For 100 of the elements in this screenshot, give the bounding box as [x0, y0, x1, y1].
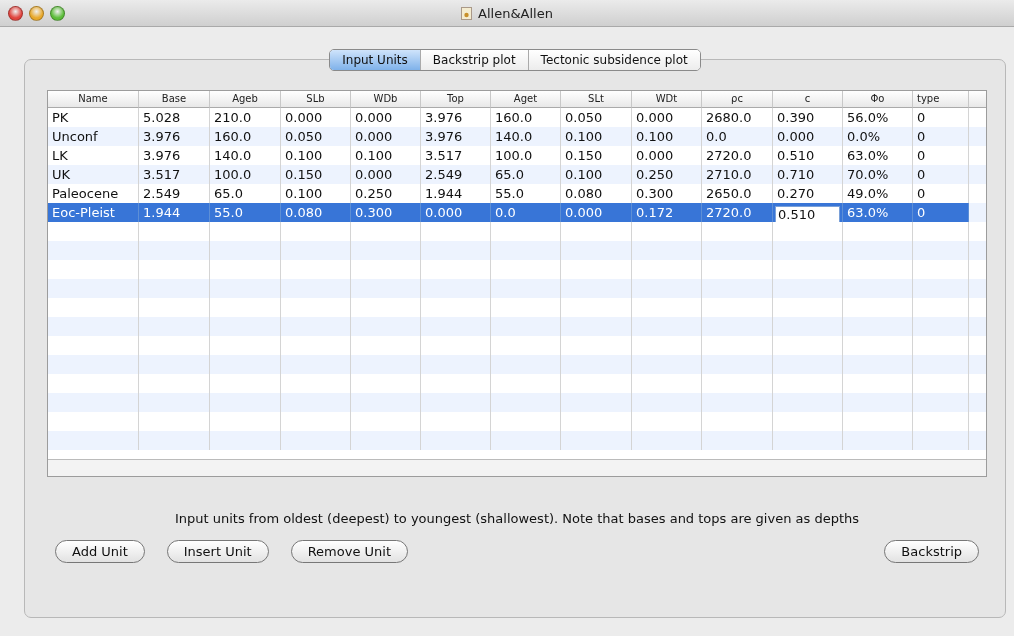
table-cell: 0 — [913, 127, 969, 146]
close-button[interactable] — [8, 5, 23, 21]
table-cell: 0.100 — [561, 165, 632, 184]
table-cell: 0.000 — [351, 165, 421, 184]
column-header — [969, 91, 986, 108]
table-cell — [632, 393, 702, 412]
table-cell — [351, 279, 421, 298]
table-cell: 0 — [913, 203, 969, 222]
column-header[interactable]: c — [773, 91, 843, 108]
table-cell — [561, 431, 632, 450]
table-cell — [632, 355, 702, 374]
column-header[interactable]: Ageb — [210, 91, 281, 108]
tab[interactable]: Backstrip plot — [420, 50, 529, 70]
table-cell: UK — [48, 165, 139, 184]
table-cell — [421, 279, 491, 298]
table-cell — [491, 279, 561, 298]
table-cell — [702, 393, 773, 412]
column-header[interactable]: WDt — [632, 91, 702, 108]
table-cell: 3.976 — [421, 127, 491, 146]
cell-editor[interactable]: 0.510 — [775, 206, 840, 223]
table-cell: 0 — [913, 165, 969, 184]
document-icon — [461, 6, 473, 20]
table-cell — [702, 431, 773, 450]
table-cell — [139, 279, 210, 298]
table-cell: 0.050 — [281, 127, 351, 146]
table-cell — [702, 279, 773, 298]
tab[interactable]: Input Units — [330, 50, 421, 70]
table-cell — [843, 317, 913, 336]
horizontal-scrollbar[interactable] — [48, 459, 986, 476]
table-cell — [351, 241, 421, 260]
column-header[interactable]: SLt — [561, 91, 632, 108]
table-cell: Eoc-Pleist — [48, 203, 139, 222]
column-header[interactable]: WDb — [351, 91, 421, 108]
table-cell: 0.0% — [843, 127, 913, 146]
table-cell: 3.976 — [139, 127, 210, 146]
table-cell — [913, 279, 969, 298]
table-cell — [351, 393, 421, 412]
table-cell: 65.0 — [491, 165, 561, 184]
table-cell — [913, 317, 969, 336]
table-cell: 2720.0 — [702, 203, 773, 222]
table-cell — [281, 241, 351, 260]
table-cell: 63.0% — [843, 203, 913, 222]
table-cell — [139, 241, 210, 260]
column-header[interactable]: Top — [421, 91, 491, 108]
table-cell — [281, 355, 351, 374]
window-title: Allen&Allen — [478, 5, 553, 21]
table-cell — [969, 127, 986, 146]
table-cell — [281, 279, 351, 298]
table-cell — [491, 355, 561, 374]
table-cell — [421, 393, 491, 412]
table-cell — [843, 393, 913, 412]
column-header[interactable]: ρc — [702, 91, 773, 108]
column-header[interactable]: type — [913, 91, 969, 108]
zoom-button[interactable] — [50, 5, 65, 21]
table-cell — [969, 165, 986, 184]
table-cell — [561, 279, 632, 298]
table-cell: 100.0 — [210, 165, 281, 184]
minimize-button[interactable] — [29, 5, 44, 21]
table-cell: 55.0 — [210, 203, 281, 222]
table-cell: 0.000 — [351, 127, 421, 146]
table-cell — [210, 431, 281, 450]
table-cell — [351, 431, 421, 450]
table-cell — [773, 241, 843, 260]
table-cell — [491, 393, 561, 412]
column-header[interactable]: Φo — [843, 91, 913, 108]
table-cell: 1.944 — [139, 203, 210, 222]
unit-button[interactable]: Remove Unit — [290, 540, 408, 563]
backstrip-button[interactable]: Backstrip — [884, 540, 979, 563]
table-cell — [913, 241, 969, 260]
unit-button[interactable]: Insert Unit — [166, 540, 269, 563]
unit-button[interactable]: Add Unit — [55, 540, 145, 563]
table-cell — [421, 355, 491, 374]
table-cell — [561, 317, 632, 336]
table-cell — [773, 317, 843, 336]
column-header[interactable]: Aget — [491, 91, 561, 108]
table-cell: 2.549 — [421, 165, 491, 184]
table-cell — [632, 279, 702, 298]
table-cell — [969, 431, 986, 450]
column-header[interactable]: SLb — [281, 91, 351, 108]
column-header[interactable]: Base — [139, 91, 210, 108]
table-cell — [139, 431, 210, 450]
table-cell — [632, 317, 702, 336]
table-cell: 0.080 — [281, 203, 351, 222]
table-cell: 0.710 — [773, 165, 843, 184]
table-cell — [913, 393, 969, 412]
table-cell: 2710.0 — [702, 165, 773, 184]
table-cell: 0.300 — [351, 203, 421, 222]
column-header[interactable]: Name — [48, 91, 139, 108]
table-cell — [773, 393, 843, 412]
table-cell — [421, 317, 491, 336]
tab[interactable]: Tectonic subsidence plot — [528, 50, 700, 70]
table-cell: 0.250 — [632, 165, 702, 184]
table-cell — [969, 241, 986, 260]
table-cell — [843, 355, 913, 374]
table-cell — [702, 317, 773, 336]
table-cell — [281, 393, 351, 412]
table-cell — [210, 355, 281, 374]
table-cell — [702, 355, 773, 374]
table-cell — [969, 355, 986, 374]
table-cell — [281, 431, 351, 450]
